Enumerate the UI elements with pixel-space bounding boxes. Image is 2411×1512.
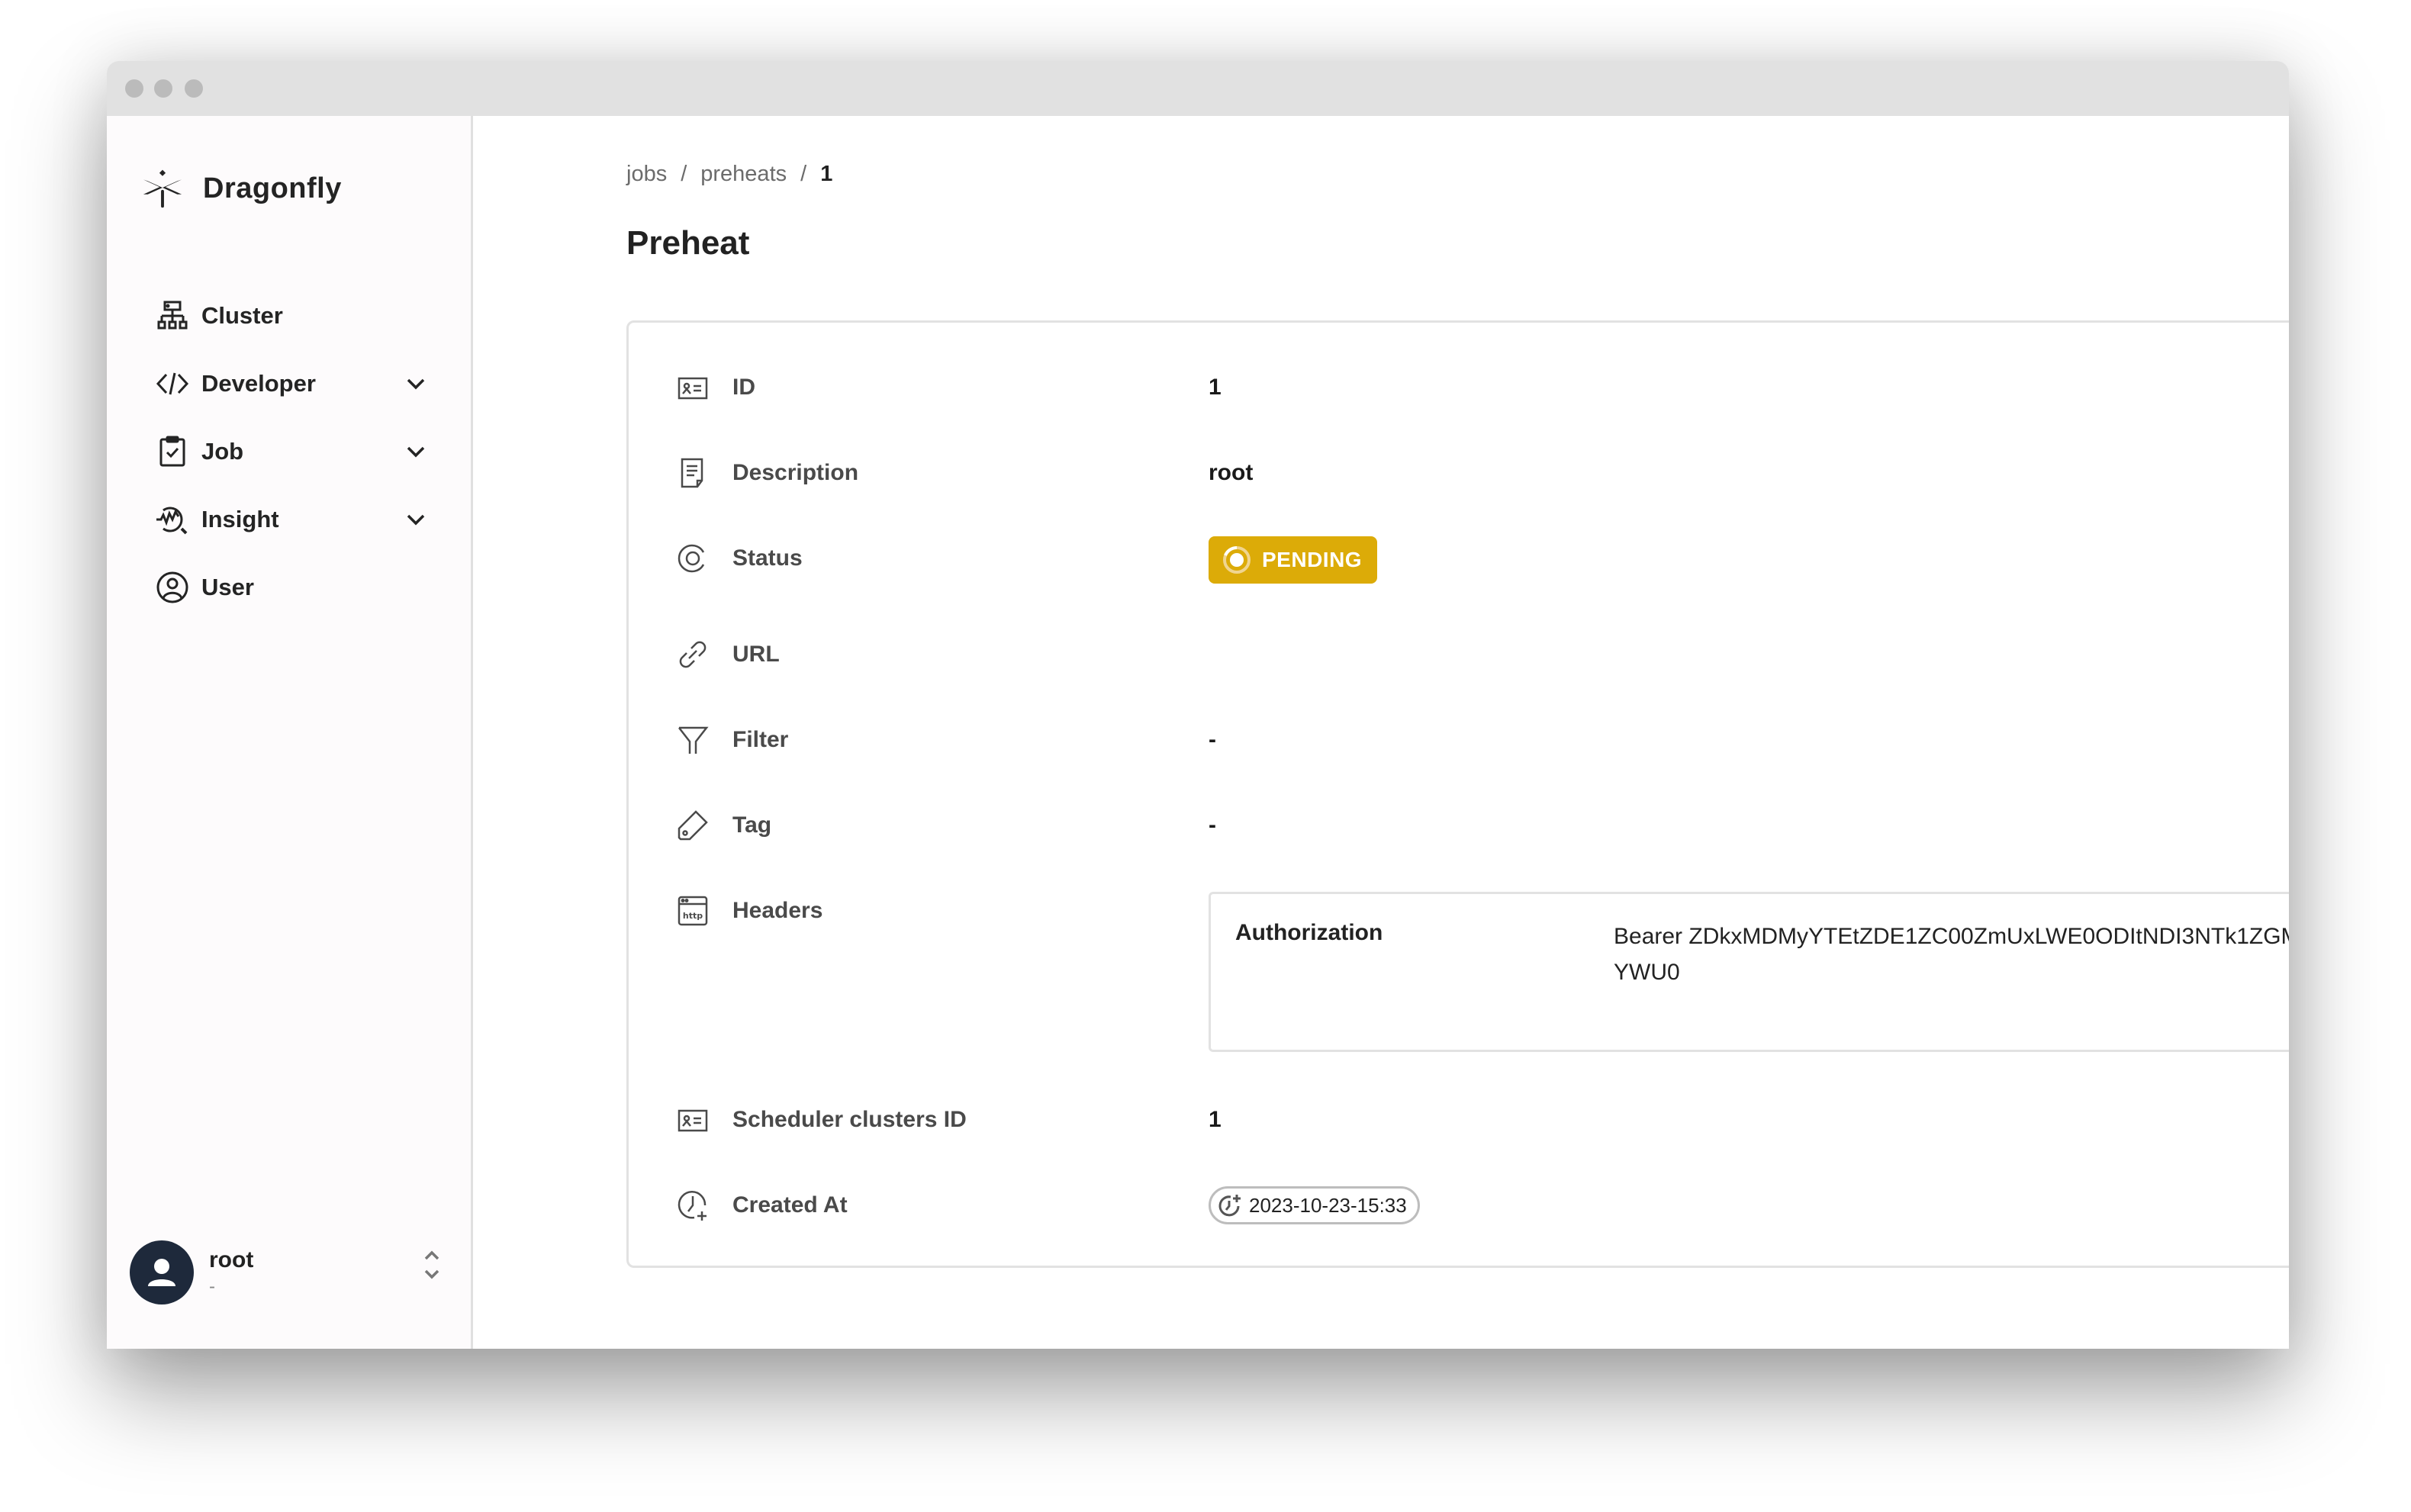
cluster-icon [154,298,191,334]
sidebar-item-insight[interactable]: Insight [154,497,429,542]
detail-label: Tag [732,812,772,838]
clock-plus-icon [674,1187,711,1224]
sidebar-item-developer[interactable]: Developer [154,361,429,407]
app-window: Dragonfly Cluster Developer Job Insight … [107,61,2289,1349]
detail-label: Scheduler clusters ID [732,1107,967,1132]
window-minimize-button[interactable] [154,79,172,98]
detail-label: Created At [732,1192,848,1218]
status-badge: PENDING [1209,536,1378,584]
breadcrumb-separator: / [681,162,687,186]
id-card-icon [674,369,711,406]
tag-icon [674,807,711,844]
detail-label: Status [732,545,803,571]
svg-text:http: http [683,911,703,921]
detail-label: Filter [732,727,789,752]
detail-label: Description [732,460,859,485]
sidebar-item-label: Cluster [201,302,283,329]
chevron-down-icon[interactable] [403,371,429,397]
main-content: jobs / preheats / 1 Preheat ID 1 Descrip… [475,116,2289,1349]
filter-icon [674,722,711,758]
header-key: Authorization [1235,920,1383,945]
chevron-up-down-icon[interactable] [417,1243,447,1289]
detail-value-filter: - [1209,727,1216,752]
chevron-down-icon[interactable] [403,439,429,465]
detail-label: URL [732,642,780,667]
user-circle-icon [154,569,191,606]
id-card-icon [674,1102,711,1138]
person-icon [148,1259,175,1286]
header-value: Bearer ZDkxMDMyYTEtZDE1ZC00ZmUxLWE0ODItN… [1614,924,2289,985]
user-name: root [209,1247,254,1272]
preheat-details-card: ID 1 Description root Status PENDING URL… [626,320,2289,1268]
breadcrumb-preheats[interactable]: preheats [700,162,787,187]
clipboard-check-icon [154,433,191,470]
sidebar-item-user[interactable]: User [154,565,429,610]
sidebar-item-job[interactable]: Job [154,429,429,475]
avatar [130,1240,194,1305]
sidebar-item-label: User [201,574,254,600]
sidebar-item-label: Developer [201,370,316,397]
sidebar-item-label: Insight [201,506,279,532]
link-icon [674,636,711,673]
breadcrumb-jobs[interactable]: jobs [626,162,667,187]
app-name: Dragonfly [203,172,342,204]
detail-label: Headers [732,898,823,923]
created-at-chip: 2023-10-23-15:33 [1209,1186,1420,1224]
sidebar-item-cluster[interactable]: Cluster [154,293,429,339]
pending-spinner-icon [1223,545,1251,574]
breadcrumb: jobs / preheats / 1 [626,162,846,187]
dragonfly-logo-icon [143,169,182,208]
code-icon [154,365,191,402]
app-logo[interactable]: Dragonfly [140,166,342,211]
status-icon [674,540,711,577]
sidebar-item-label: Job [201,438,244,465]
headers-table: Authorization Bearer ZDkxMDMyYTEtZDE1ZC0… [1209,892,2289,1052]
page-title: Preheat [626,224,750,262]
user-subtitle: - [209,1276,215,1297]
document-icon [674,455,711,491]
created-at-value: 2023-10-23-15:33 [1249,1193,1407,1217]
detail-value-tag: - [1209,812,1216,838]
detail-value-id: 1 [1209,375,1222,400]
clock-plus-icon [1218,1195,1241,1217]
breadcrumb-separator: / [800,162,807,186]
detail-value-scheduler-clusters-id: 1 [1209,1107,1222,1132]
insight-icon [154,501,191,538]
detail-value-description: root [1209,460,1254,485]
breadcrumb-current: 1 [820,162,833,186]
user-menu[interactable]: root - [130,1234,447,1311]
window-maximize-button[interactable] [185,79,203,98]
chevron-down-icon[interactable] [403,507,429,532]
http-icon: http [674,893,711,929]
detail-label: ID [732,375,755,400]
sidebar: Dragonfly Cluster Developer Job Insight … [107,116,473,1349]
status-text: PENDING [1262,548,1363,571]
window-titlebar [107,61,2289,116]
window-close-button[interactable] [125,79,143,98]
